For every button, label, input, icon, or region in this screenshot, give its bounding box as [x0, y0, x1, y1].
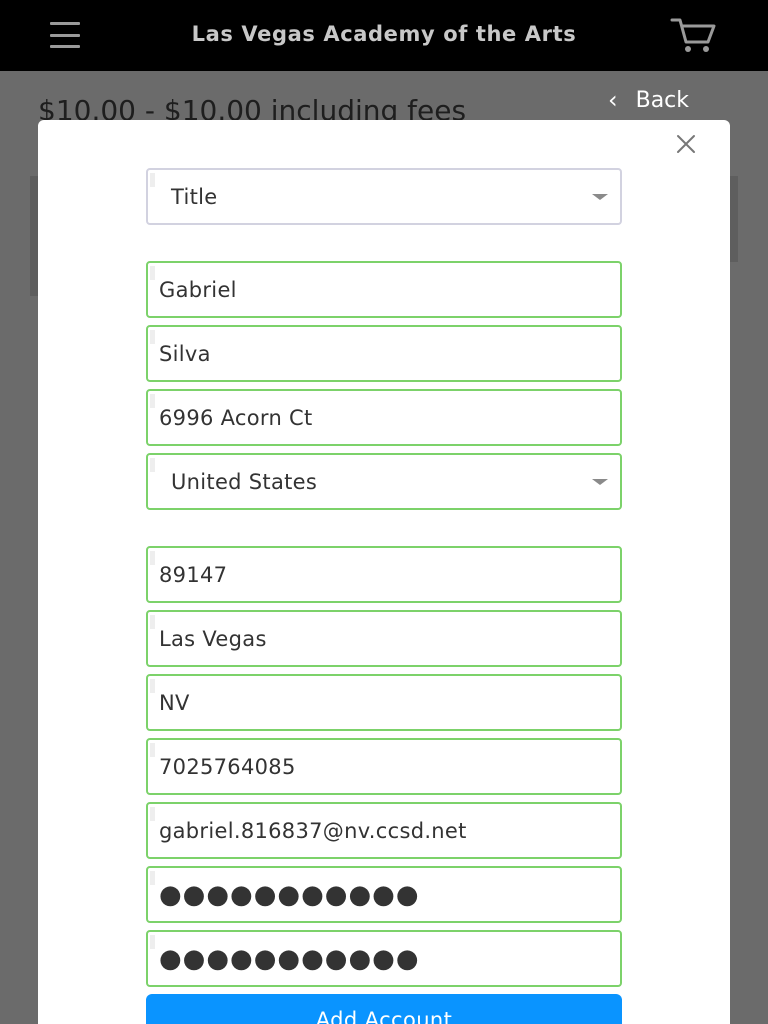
background-panel-edge — [30, 176, 38, 296]
title-select-value: Title — [171, 184, 218, 209]
city-field[interactable]: Las Vegas — [146, 610, 622, 667]
password-field[interactable]: ●●●●●●●●●●● — [146, 866, 622, 923]
close-icon[interactable] — [674, 132, 698, 156]
background-panel-edge — [730, 176, 738, 262]
chevron-down-icon — [592, 194, 608, 200]
back-label: Back — [635, 87, 690, 113]
chevron-down-icon — [592, 479, 608, 485]
site-title[interactable]: Las Vegas Academy of the Arts — [0, 22, 768, 46]
country-select[interactable]: United States — [146, 453, 622, 510]
country-select-value: United States — [171, 469, 318, 494]
zip-field[interactable]: 89147 — [146, 546, 622, 603]
first-name-field[interactable]: Gabriel — [146, 261, 622, 318]
chevron-left-icon: ‹ — [608, 86, 618, 114]
confirm-password-field[interactable]: ●●●●●●●●●●● — [146, 930, 622, 987]
shopping-cart-icon[interactable] — [668, 14, 718, 54]
title-select[interactable]: Title — [146, 168, 622, 225]
state-field[interactable]: NV — [146, 674, 622, 731]
add-account-button[interactable]: Add Account — [146, 994, 622, 1024]
address-field[interactable]: 6996 Acorn Ct — [146, 389, 622, 446]
top-navbar: Las Vegas Academy of the Arts — [0, 0, 768, 71]
phone-field[interactable]: 7025764085 — [146, 738, 622, 795]
account-form: Title Gabriel Silva 6996 Acorn Ct United… — [146, 168, 622, 1024]
last-name-field[interactable]: Silva — [146, 325, 622, 382]
create-account-modal: Title Gabriel Silva 6996 Acorn Ct United… — [38, 120, 730, 1024]
email-field[interactable]: gabriel.816837@nv.ccsd.net — [146, 802, 622, 859]
back-button[interactable]: ‹ Back — [608, 86, 689, 114]
